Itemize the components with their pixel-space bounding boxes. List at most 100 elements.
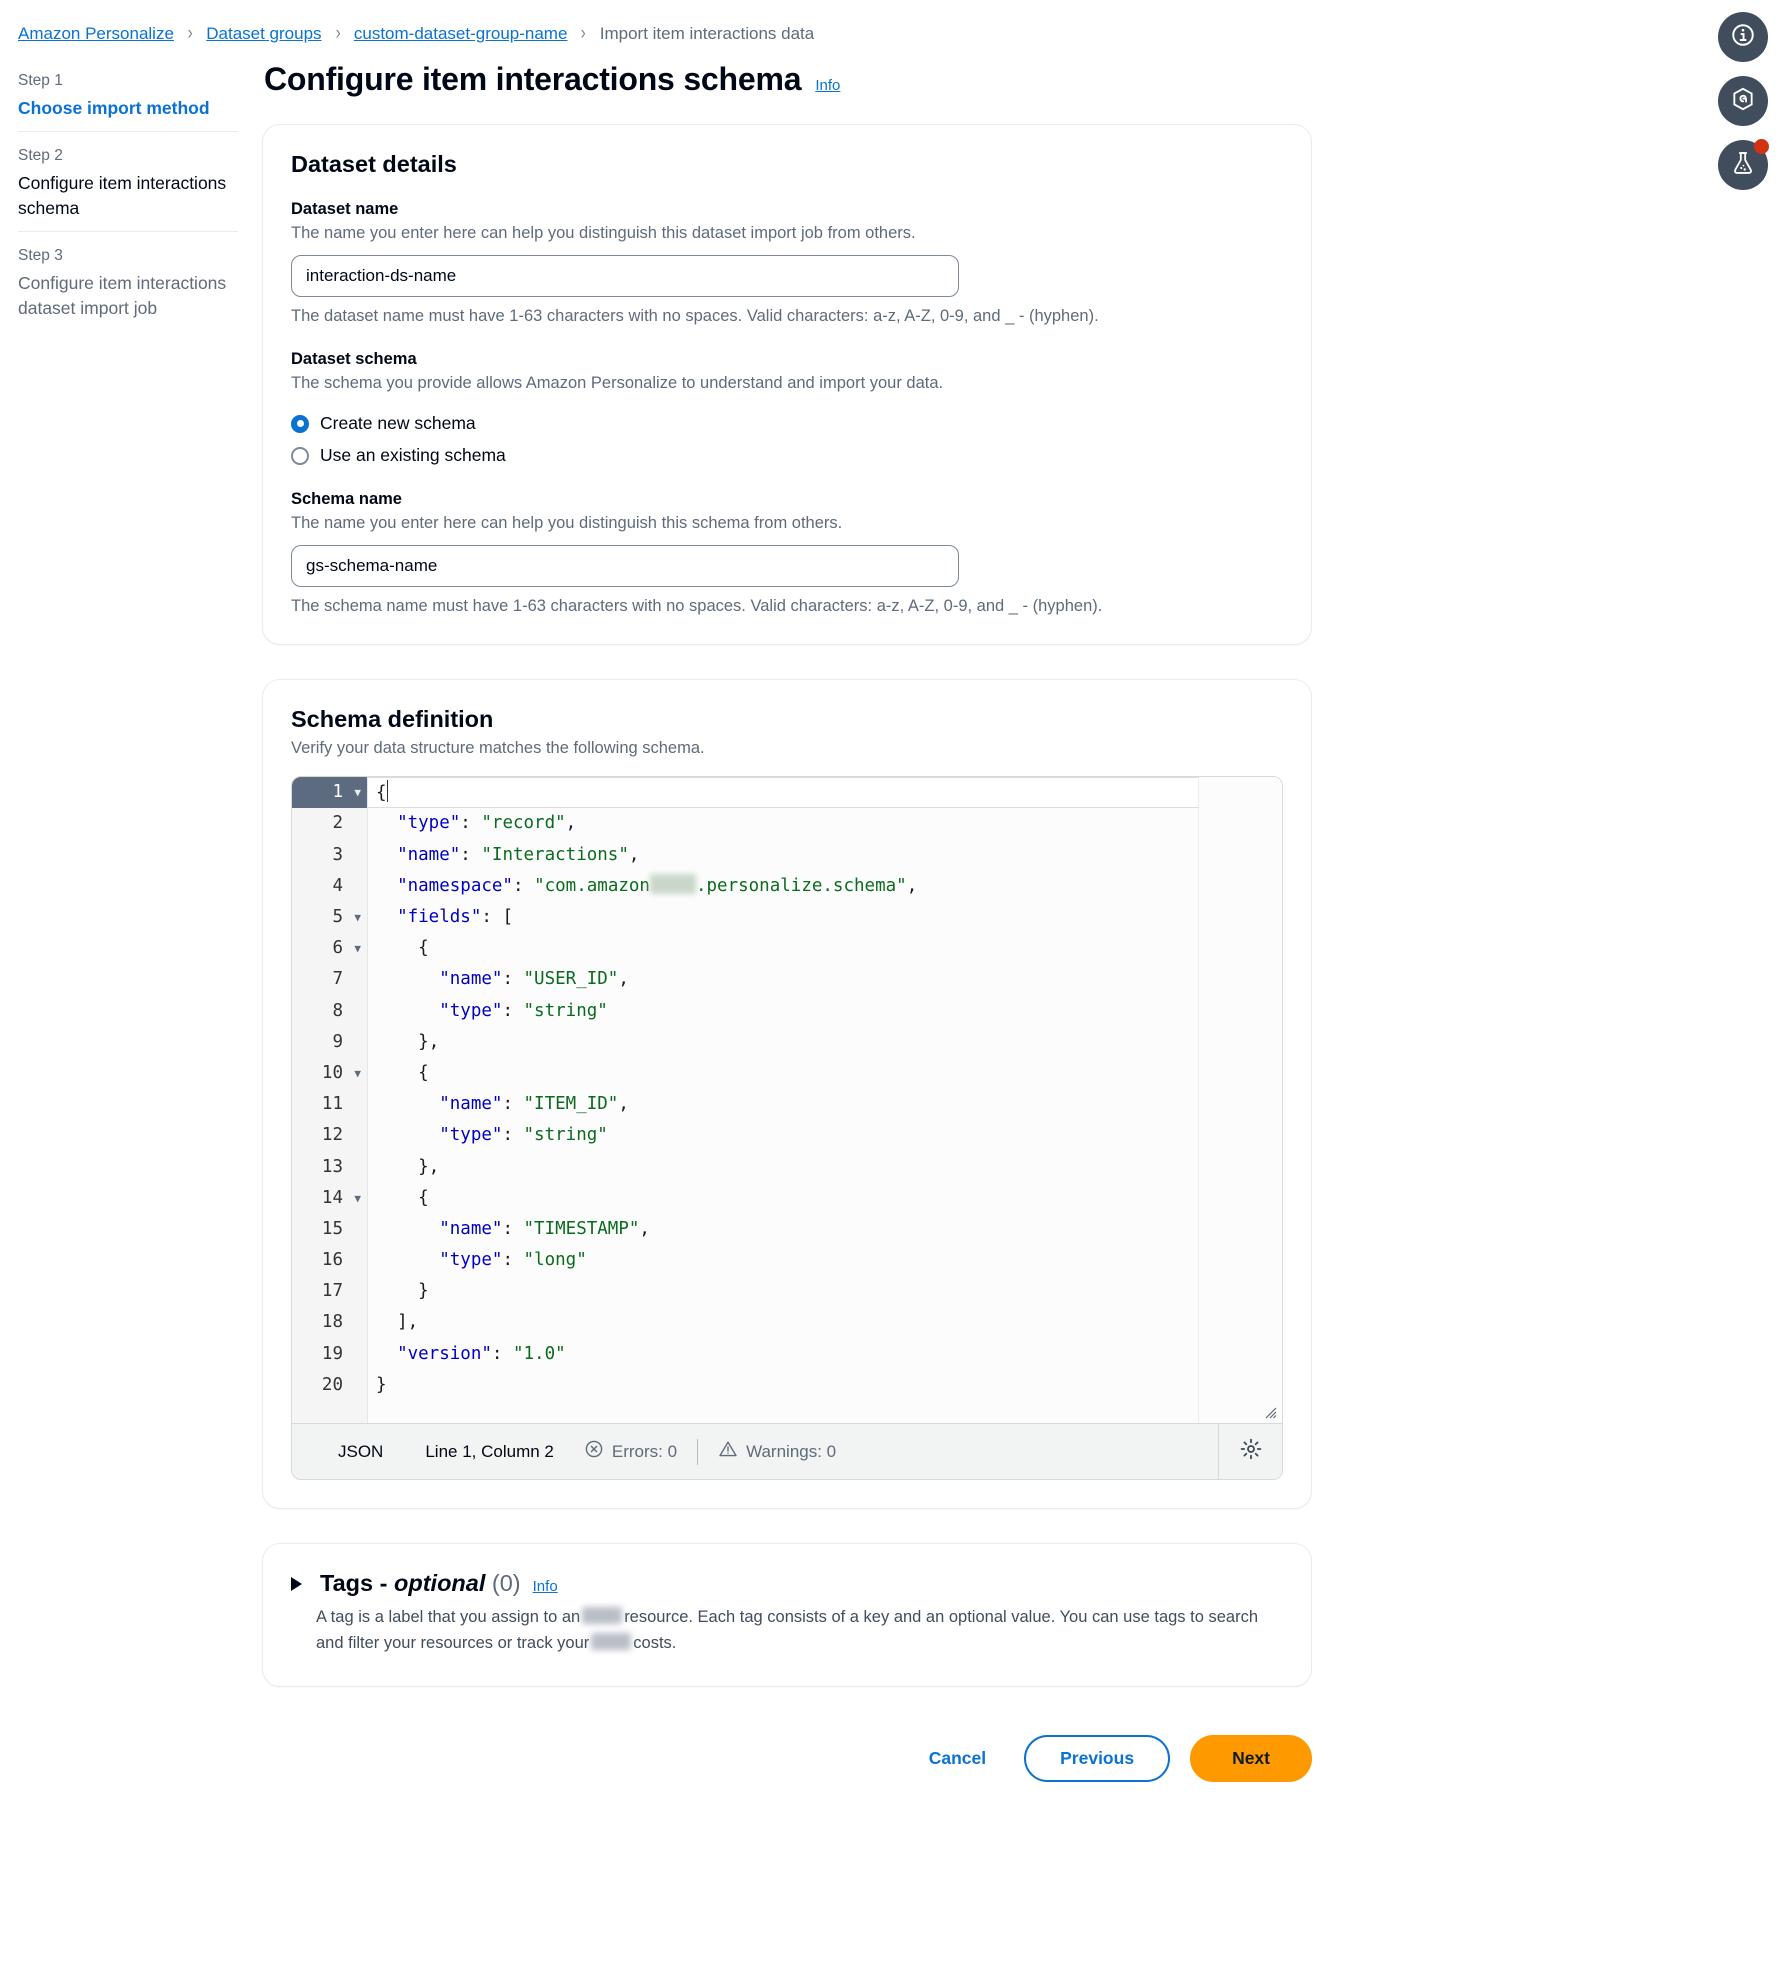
expand-triangle-icon[interactable] [291, 1577, 302, 1591]
code-token: : [492, 1344, 513, 1364]
line-number: 5 [332, 907, 343, 927]
editor-code-line[interactable]: "name": "ITEM_ID", [368, 1089, 1198, 1120]
code-token: "TIMESTAMP" [524, 1219, 640, 1239]
schema-name-input[interactable] [291, 545, 959, 587]
cancel-button[interactable]: Cancel [911, 1738, 1004, 1779]
editor-code-line[interactable]: "name": "TIMESTAMP", [368, 1214, 1198, 1245]
breadcrumb-link[interactable]: custom-dataset-group-name [354, 25, 568, 42]
editor-line-number[interactable]: 11 [292, 1089, 367, 1120]
editor-line-number[interactable]: 10▼ [292, 1058, 367, 1089]
schema-option-2[interactable]: Use an existing schema [291, 445, 1283, 466]
editor-settings-button[interactable] [1218, 1424, 1282, 1479]
fold-caret-icon[interactable]: ▼ [347, 902, 361, 933]
tags-header[interactable]: Tags - optional (0) Info [291, 1570, 1283, 1597]
schema-option-1[interactable]: Create new schema [291, 413, 1283, 434]
code-indent [376, 1250, 439, 1270]
editor-line-number[interactable]: 15 [292, 1214, 367, 1245]
editor-code-line[interactable]: "type": "long" [368, 1245, 1198, 1276]
editor-line-number[interactable]: 16 [292, 1245, 367, 1276]
line-number: 10 [322, 1063, 343, 1083]
code-token: : [502, 1219, 523, 1239]
editor-line-number[interactable]: 19 [292, 1339, 367, 1370]
editor-code-line[interactable]: "fields": [ [368, 902, 1198, 933]
editor-code-line[interactable]: "name": "Interactions", [368, 840, 1198, 871]
editor-code-line[interactable]: "namespace": "com.amazon.personalize.sch… [368, 871, 1198, 902]
code-token: : [460, 845, 481, 865]
editor-line-number[interactable]: 18 [292, 1307, 367, 1338]
editor-code-line[interactable]: { [368, 1058, 1198, 1089]
editor-line-number[interactable]: 14▼ [292, 1183, 367, 1214]
previous-button[interactable]: Previous [1024, 1735, 1170, 1782]
cloudshell-button[interactable] [1718, 76, 1768, 126]
tags-title-optional: optional [394, 1570, 485, 1596]
editor-warnings-label: Warnings: 0 [746, 1442, 836, 1462]
editor-code-line[interactable]: "name": "USER_ID", [368, 964, 1198, 995]
radio-button[interactable] [291, 447, 309, 465]
breadcrumb-link[interactable]: Dataset groups [206, 25, 321, 42]
code-indent [376, 1125, 439, 1145]
editor-line-number[interactable]: 1▼ [292, 777, 367, 808]
editor-body[interactable]: 1▼2345▼6▼78910▼11121314▼151617181920 { "… [292, 777, 1282, 1423]
fold-caret-icon[interactable]: ▼ [347, 933, 361, 964]
editor-line-number[interactable]: 2 [292, 808, 367, 839]
tags-info-link[interactable]: Info [533, 1578, 558, 1595]
editor-line-number[interactable]: 12 [292, 1120, 367, 1151]
fold-caret-icon[interactable]: ▼ [347, 1058, 361, 1089]
code-indent [376, 907, 397, 927]
schema-code-editor[interactable]: 1▼2345▼6▼78910▼11121314▼151617181920 { "… [291, 776, 1283, 1480]
editor-line-number[interactable]: 3 [292, 840, 367, 871]
code-token: , [907, 876, 918, 896]
editor-code-line[interactable]: "type": "string" [368, 1120, 1198, 1151]
redacted-text [591, 1633, 631, 1650]
editor-code-line[interactable]: "type": "string" [368, 996, 1198, 1027]
line-number: 7 [332, 969, 343, 989]
editor-code-area[interactable]: { "type": "record", "name": "Interaction… [368, 777, 1198, 1423]
editor-code-line[interactable]: } [368, 1370, 1198, 1401]
cloudshell-hexagon-icon [1730, 86, 1756, 117]
editor-line-number[interactable]: 13 [292, 1152, 367, 1183]
dataset-name-input[interactable] [291, 255, 959, 297]
editor-line-gutter[interactable]: 1▼2345▼6▼78910▼11121314▼151617181920 [292, 777, 368, 1423]
code-token: "string" [524, 1125, 608, 1145]
schema-option-label: Create new schema [320, 413, 476, 434]
wizard-step-number: Step 3 [18, 246, 238, 266]
editor-line-number[interactable]: 6▼ [292, 933, 367, 964]
wizard-step-title[interactable]: Choose import method [18, 96, 238, 121]
code-token: , [618, 1094, 629, 1114]
code-indent [376, 1063, 418, 1083]
editor-code-line[interactable]: { [368, 777, 1198, 808]
code-token: "name" [397, 845, 460, 865]
breadcrumb: Amazon Personalize›Dataset groups›custom… [0, 0, 1788, 43]
code-token: "record" [481, 813, 565, 833]
editor-code-line[interactable]: "type": "record", [368, 808, 1198, 839]
editor-code-line[interactable]: } [368, 1276, 1198, 1307]
editor-line-number[interactable]: 7 [292, 964, 367, 995]
next-button[interactable]: Next [1190, 1735, 1312, 1782]
page-info-link[interactable]: Info [815, 77, 840, 94]
editor-line-number[interactable]: 4 [292, 871, 367, 902]
editor-resize-handle[interactable] [1261, 1403, 1277, 1419]
editor-line-number[interactable]: 17 [292, 1276, 367, 1307]
editor-line-number[interactable]: 20 [292, 1370, 367, 1401]
editor-language: JSON [338, 1442, 383, 1462]
editor-code-line[interactable]: { [368, 933, 1198, 964]
editor-code-line[interactable]: }, [368, 1152, 1198, 1183]
code-token: , [639, 1219, 650, 1239]
breadcrumb-link[interactable]: Amazon Personalize [18, 25, 174, 42]
editor-line-number[interactable]: 8 [292, 996, 367, 1027]
editor-code-line[interactable]: ], [368, 1307, 1198, 1338]
radio-button[interactable] [291, 415, 309, 433]
editor-line-number[interactable]: 5▼ [292, 902, 367, 933]
fold-caret-icon[interactable]: ▼ [347, 777, 361, 808]
info-panel-button[interactable] [1718, 12, 1768, 62]
experiments-button[interactable] [1718, 140, 1768, 190]
page-body: Step 1Choose import methodStep 2Configur… [0, 43, 1788, 1816]
page-title: Configure item interactions schema [264, 61, 801, 98]
editor-code-line[interactable]: }, [368, 1027, 1198, 1058]
fold-caret-icon[interactable]: ▼ [347, 1183, 361, 1214]
editor-code-line[interactable]: "version": "1.0" [368, 1339, 1198, 1370]
editor-code-line[interactable]: { [368, 1183, 1198, 1214]
tags-description-part1: A tag is a label that you assign to an [316, 1608, 580, 1626]
line-number: 13 [322, 1157, 343, 1177]
editor-line-number[interactable]: 9 [292, 1027, 367, 1058]
